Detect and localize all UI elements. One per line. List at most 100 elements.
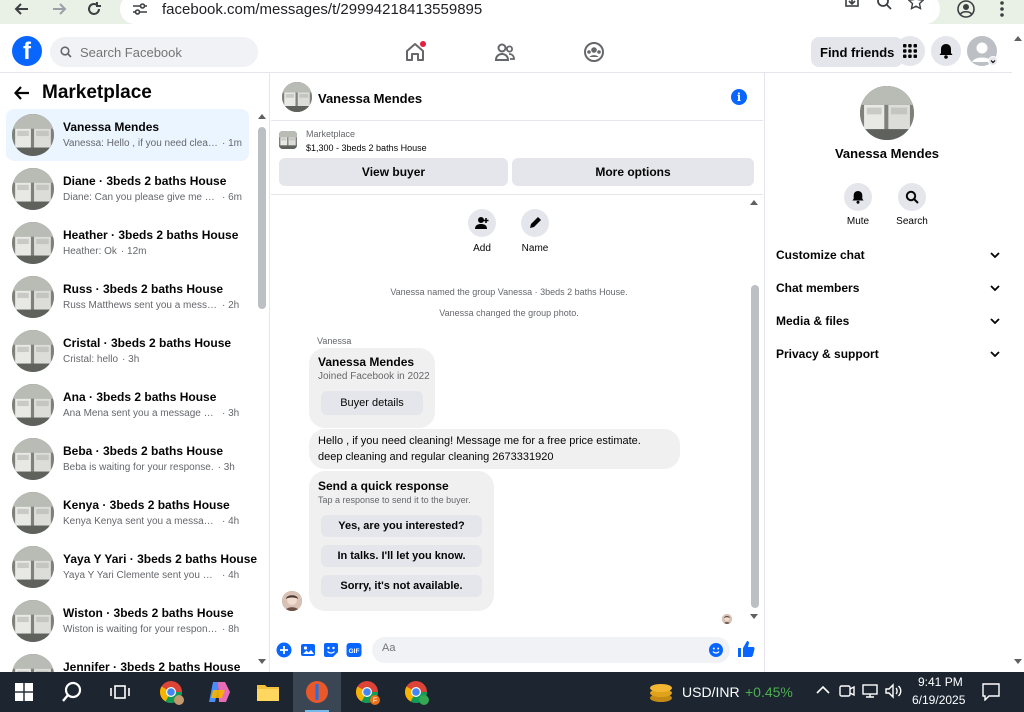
conversation-name: Cristal · 3beds 2 baths House xyxy=(63,336,232,350)
sidebar-scroll-up-icon[interactable] xyxy=(258,113,266,119)
friends-icon[interactable] xyxy=(493,40,517,64)
url-text[interactable]: facebook.com/messages/t/2999421841355989… xyxy=(162,1,482,18)
sidebar-scrollbar[interactable] xyxy=(258,127,266,309)
sidebar-scroll-down-icon[interactable] xyxy=(258,659,266,665)
find-friends-button[interactable]: Find friends xyxy=(811,37,904,67)
like-thumb-icon[interactable] xyxy=(737,640,755,658)
thread-scrollbar[interactable] xyxy=(751,285,759,608)
quick-response-option[interactable]: Yes, are you interested? xyxy=(321,515,482,537)
sender-label: Vanessa xyxy=(317,336,352,346)
thread-scroll-up-icon[interactable] xyxy=(750,199,758,205)
section-customize-chat[interactable]: Customize chat xyxy=(776,245,1000,265)
facebook-logo[interactable]: f xyxy=(12,36,42,66)
zoom-icon[interactable] xyxy=(872,0,896,14)
back-arrow-icon[interactable] xyxy=(14,85,30,101)
copilot-icon[interactable] xyxy=(195,672,243,712)
info-icon[interactable]: i xyxy=(731,89,747,105)
emoji-icon[interactable] xyxy=(709,643,723,657)
conversation-item[interactable]: Beba · 3beds 2 baths House Beba is waitin… xyxy=(6,433,249,485)
meet-now-icon[interactable] xyxy=(839,683,855,699)
menu-grid-icon[interactable] xyxy=(895,36,925,66)
address-bar[interactable]: facebook.com/messages/t/2999421841355989… xyxy=(120,0,940,24)
forward-icon[interactable] xyxy=(45,0,73,18)
view-buyer-button[interactable]: View buyer xyxy=(279,158,508,186)
browser-menu-icon[interactable] xyxy=(988,0,1016,18)
listing-card: Marketplace $1,300 - 3beds 2 baths House… xyxy=(271,121,763,195)
photo-icon[interactable] xyxy=(300,642,316,658)
section-privacy-support[interactable]: Privacy & support xyxy=(776,344,1000,364)
search-box[interactable] xyxy=(50,37,258,67)
conversation-item[interactable]: Heather · 3beds 2 baths House Heather: Ok… xyxy=(6,217,249,269)
profile-icon[interactable] xyxy=(952,0,980,18)
clock-date[interactable]: 6/19/2025 xyxy=(912,693,965,707)
search-input[interactable] xyxy=(80,44,240,60)
message-input-box[interactable] xyxy=(372,637,730,663)
conversation-avatar xyxy=(12,114,54,156)
network-icon[interactable] xyxy=(862,683,880,699)
plus-icon[interactable] xyxy=(276,642,292,658)
tray-chevron-up-icon[interactable] xyxy=(816,685,830,694)
add-action[interactable]: Add xyxy=(457,209,507,254)
chat-title[interactable]: Vanessa Mendes xyxy=(318,91,422,106)
gif-icon[interactable]: GIF xyxy=(346,642,362,658)
groups-icon[interactable] xyxy=(582,40,606,64)
section-media-files[interactable]: Media & files xyxy=(776,311,1000,331)
search-action[interactable]: Search xyxy=(892,183,932,227)
site-settings-icon[interactable] xyxy=(132,2,148,16)
svg-text:F: F xyxy=(373,698,377,705)
conversation-item[interactable]: Jennifer · 3beds 2 baths House xyxy=(6,649,249,672)
chrome-profile-icon[interactable] xyxy=(147,672,195,712)
conversation-item[interactable]: Kenya · 3beds 2 baths House Kenya Kenya s… xyxy=(6,487,249,539)
clock-time[interactable]: 9:41 PM xyxy=(918,675,963,689)
page-scrollbar[interactable] xyxy=(1012,31,1024,672)
details-avatar[interactable] xyxy=(860,86,914,140)
conversation-item[interactable]: Yaya Y Yari · 3beds 2 baths House Yaya Y … xyxy=(6,541,257,593)
home-icon[interactable] xyxy=(403,40,427,64)
ticker-change[interactable]: +0.45% xyxy=(745,684,793,700)
buyer-details-button[interactable]: Buyer details xyxy=(321,391,423,415)
thread-scroll-down-icon[interactable] xyxy=(750,614,758,620)
chat-avatar[interactable] xyxy=(282,82,312,112)
conversation-item[interactable]: Cristal · 3beds 2 baths House Cristal: he… xyxy=(6,325,249,377)
conversation-avatar xyxy=(12,654,54,672)
listing-title[interactable]: $1,300 - 3beds 2 baths House xyxy=(306,143,427,153)
quick-response-option[interactable]: Sorry, it's not available. xyxy=(321,575,482,597)
currency-stack-icon[interactable] xyxy=(648,680,674,704)
chrome-profile-g-icon[interactable] xyxy=(392,672,440,712)
windows-start-icon[interactable] xyxy=(0,672,48,712)
bookmark-star-icon[interactable] xyxy=(904,0,928,14)
browser-toolbar: facebook.com/messages/t/2999421841355989… xyxy=(0,0,1024,24)
chrome-profile-f-icon[interactable]: F xyxy=(343,672,391,712)
volume-icon[interactable] xyxy=(885,683,903,699)
page-scroll-up-icon[interactable] xyxy=(1014,35,1022,41)
account-avatar[interactable] xyxy=(967,36,997,66)
sticker-icon[interactable] xyxy=(323,642,339,658)
conversation-preview-row: Kenya Kenya sent you a message ... · 4h xyxy=(63,516,243,527)
listing-thumbnail[interactable] xyxy=(279,131,297,149)
section-chat-members[interactable]: Chat members xyxy=(776,278,1000,298)
more-options-button[interactable]: More options xyxy=(512,158,754,186)
conversation-item[interactable]: Wiston · 3beds 2 baths House Wiston is wa… xyxy=(6,595,249,647)
reload-icon[interactable] xyxy=(80,0,108,18)
quick-response-option[interactable]: In talks. I'll let you know. xyxy=(321,545,482,567)
back-icon[interactable] xyxy=(8,0,36,18)
conversation-time: · 3h xyxy=(122,354,140,365)
page-scroll-down-icon[interactable] xyxy=(1014,659,1022,665)
file-explorer-icon[interactable] xyxy=(244,672,292,712)
message-input[interactable] xyxy=(382,642,692,654)
ticker-label[interactable]: USD/INR xyxy=(682,684,740,700)
notifications-bell-icon[interactable] xyxy=(931,36,961,66)
sender-avatar[interactable] xyxy=(282,591,302,611)
conversation-item[interactable]: Diane · 3beds 2 baths House Diane: Can yo… xyxy=(6,163,249,215)
conversation-item[interactable]: Ana · 3beds 2 baths House Ana Mena sent y… xyxy=(6,379,249,431)
conversation-item[interactable]: Russ · 3beds 2 baths House Russ Matthews … xyxy=(6,271,249,323)
taskbar-search-icon[interactable] xyxy=(48,672,96,712)
mute-action[interactable]: Mute xyxy=(838,183,878,227)
active-app-icon[interactable] xyxy=(293,672,341,712)
notification-center-icon[interactable] xyxy=(982,683,1000,701)
install-app-icon[interactable] xyxy=(840,0,864,14)
task-view-icon[interactable] xyxy=(96,672,144,712)
conversation-item[interactable]: Vanessa Mendes Vanessa: Hello , if you ne… xyxy=(6,109,249,161)
quick-response-subtitle: Tap a response to send it to the buyer. xyxy=(318,495,471,505)
name-action[interactable]: Name xyxy=(510,209,560,254)
